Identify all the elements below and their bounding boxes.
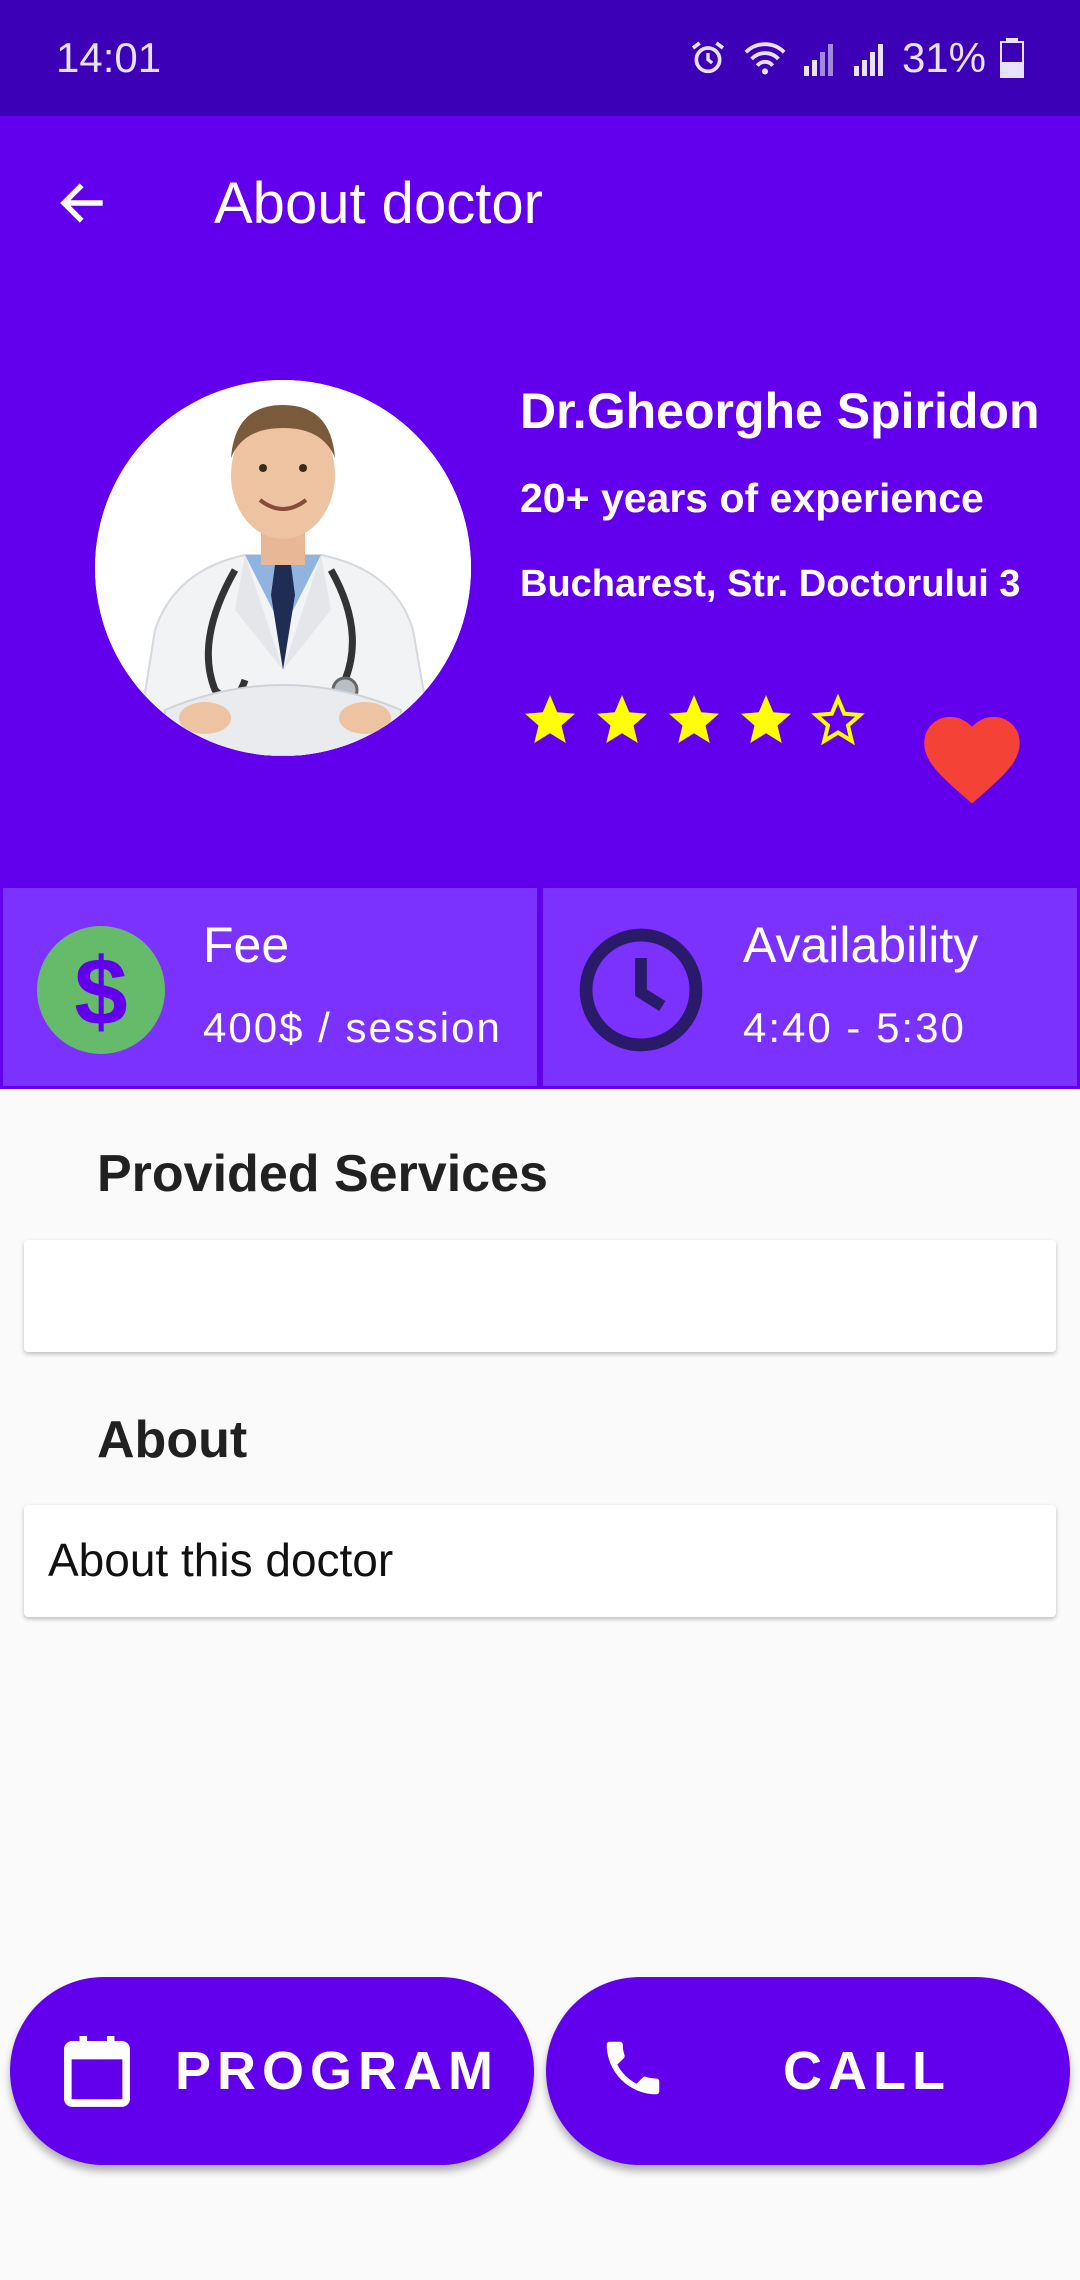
- wifi-icon: [744, 42, 786, 75]
- program-label: PROGRAM: [175, 2041, 499, 2101]
- services-title: Provided Services: [97, 1145, 548, 1203]
- star-filled-icon: [669, 695, 719, 743]
- doctor-avatar: [95, 380, 471, 756]
- page-title: About doctor: [214, 170, 543, 236]
- about-card: About this doctor: [24, 1505, 1056, 1617]
- fee-label: Fee: [203, 917, 290, 973]
- call-label: CALL: [783, 2041, 951, 2101]
- status-bar: 14:01 31%: [0, 0, 1080, 116]
- app-bar: About doctor: [0, 116, 1080, 290]
- star-filled-icon: [741, 695, 791, 743]
- clock-icon: [579, 928, 703, 1052]
- fee-value: 400$ / session: [203, 1004, 502, 1051]
- star-outline-icon: [811, 693, 865, 746]
- doctor-name: Dr.Gheorghe Spiridon: [520, 383, 1040, 439]
- doctor-experience: 20+ years of experience: [520, 475, 984, 521]
- battery-icon: [1000, 38, 1024, 78]
- rating-stars[interactable]: [520, 690, 868, 750]
- doctor-address: Bucharest, Str. Doctorului 3: [520, 563, 1021, 605]
- svg-text:$: $: [74, 939, 127, 1046]
- call-button[interactable]: CALL: [546, 1977, 1070, 2165]
- status-icons: 31%: [688, 34, 1024, 82]
- alarm-icon: [691, 41, 725, 74]
- dollar-icon: $: [37, 926, 165, 1054]
- heart-icon[interactable]: [920, 710, 1024, 806]
- back-button[interactable]: [40, 161, 124, 245]
- availability-label: Availability: [743, 917, 979, 973]
- program-button[interactable]: PROGRAM: [10, 1977, 534, 2165]
- battery-percent: 31%: [901, 34, 986, 81]
- services-card: [24, 1240, 1056, 1352]
- info-row: $ Fee 400$ / session Availability 4:40 -…: [0, 885, 1080, 1089]
- availability-value: 4:40 - 5:30: [743, 1004, 966, 1051]
- doctor-header: Dr.Gheorghe Spiridon 20+ years of experi…: [0, 290, 1080, 885]
- status-time: 14:01: [56, 34, 162, 81]
- fee-card: $ Fee 400$ / session: [0, 885, 540, 1089]
- about-text: About this doctor: [48, 1534, 394, 1586]
- phone-icon: [606, 2041, 660, 2095]
- signal-icon: [853, 44, 883, 76]
- calendar-icon: [64, 2036, 130, 2107]
- star-filled-icon: [597, 695, 647, 743]
- star-filled-icon: [525, 695, 575, 743]
- about-title: About: [97, 1411, 248, 1469]
- availability-card: Availability 4:40 - 5:30: [540, 885, 1080, 1089]
- arrow-left-icon: [60, 183, 103, 223]
- signal-roaming-icon: [803, 44, 833, 76]
